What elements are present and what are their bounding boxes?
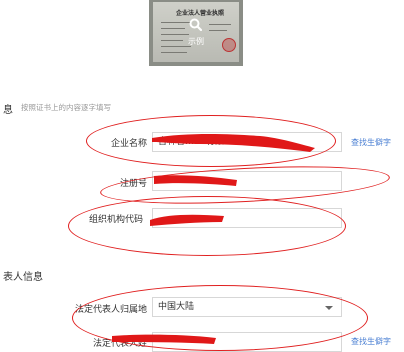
license-sample-thumbnail[interactable]: 企业法人营业执照 示例 (149, 0, 243, 66)
redaction-scribble-rep-name (112, 334, 216, 344)
find-rare-char-link-2[interactable]: 查找生僻字 (351, 336, 391, 347)
company-section-title: 息 (3, 105, 13, 116)
redaction-scribble-registration (154, 175, 237, 186)
license-paper: 企业法人营业执照 (153, 2, 239, 62)
company-section-hint: 按照证书上的内容逐字填写 (21, 103, 111, 112)
rep-section-title: 表人信息 (3, 272, 43, 283)
license-caption: 示例 (188, 37, 204, 46)
find-rare-char-link[interactable]: 查找生僻字 (351, 137, 391, 148)
redaction-scribble-company-name (152, 134, 315, 152)
magnifier-icon (189, 18, 202, 31)
license-title: 企业法人营业执照 (175, 10, 224, 17)
redaction-scribble-org-code (150, 214, 224, 226)
